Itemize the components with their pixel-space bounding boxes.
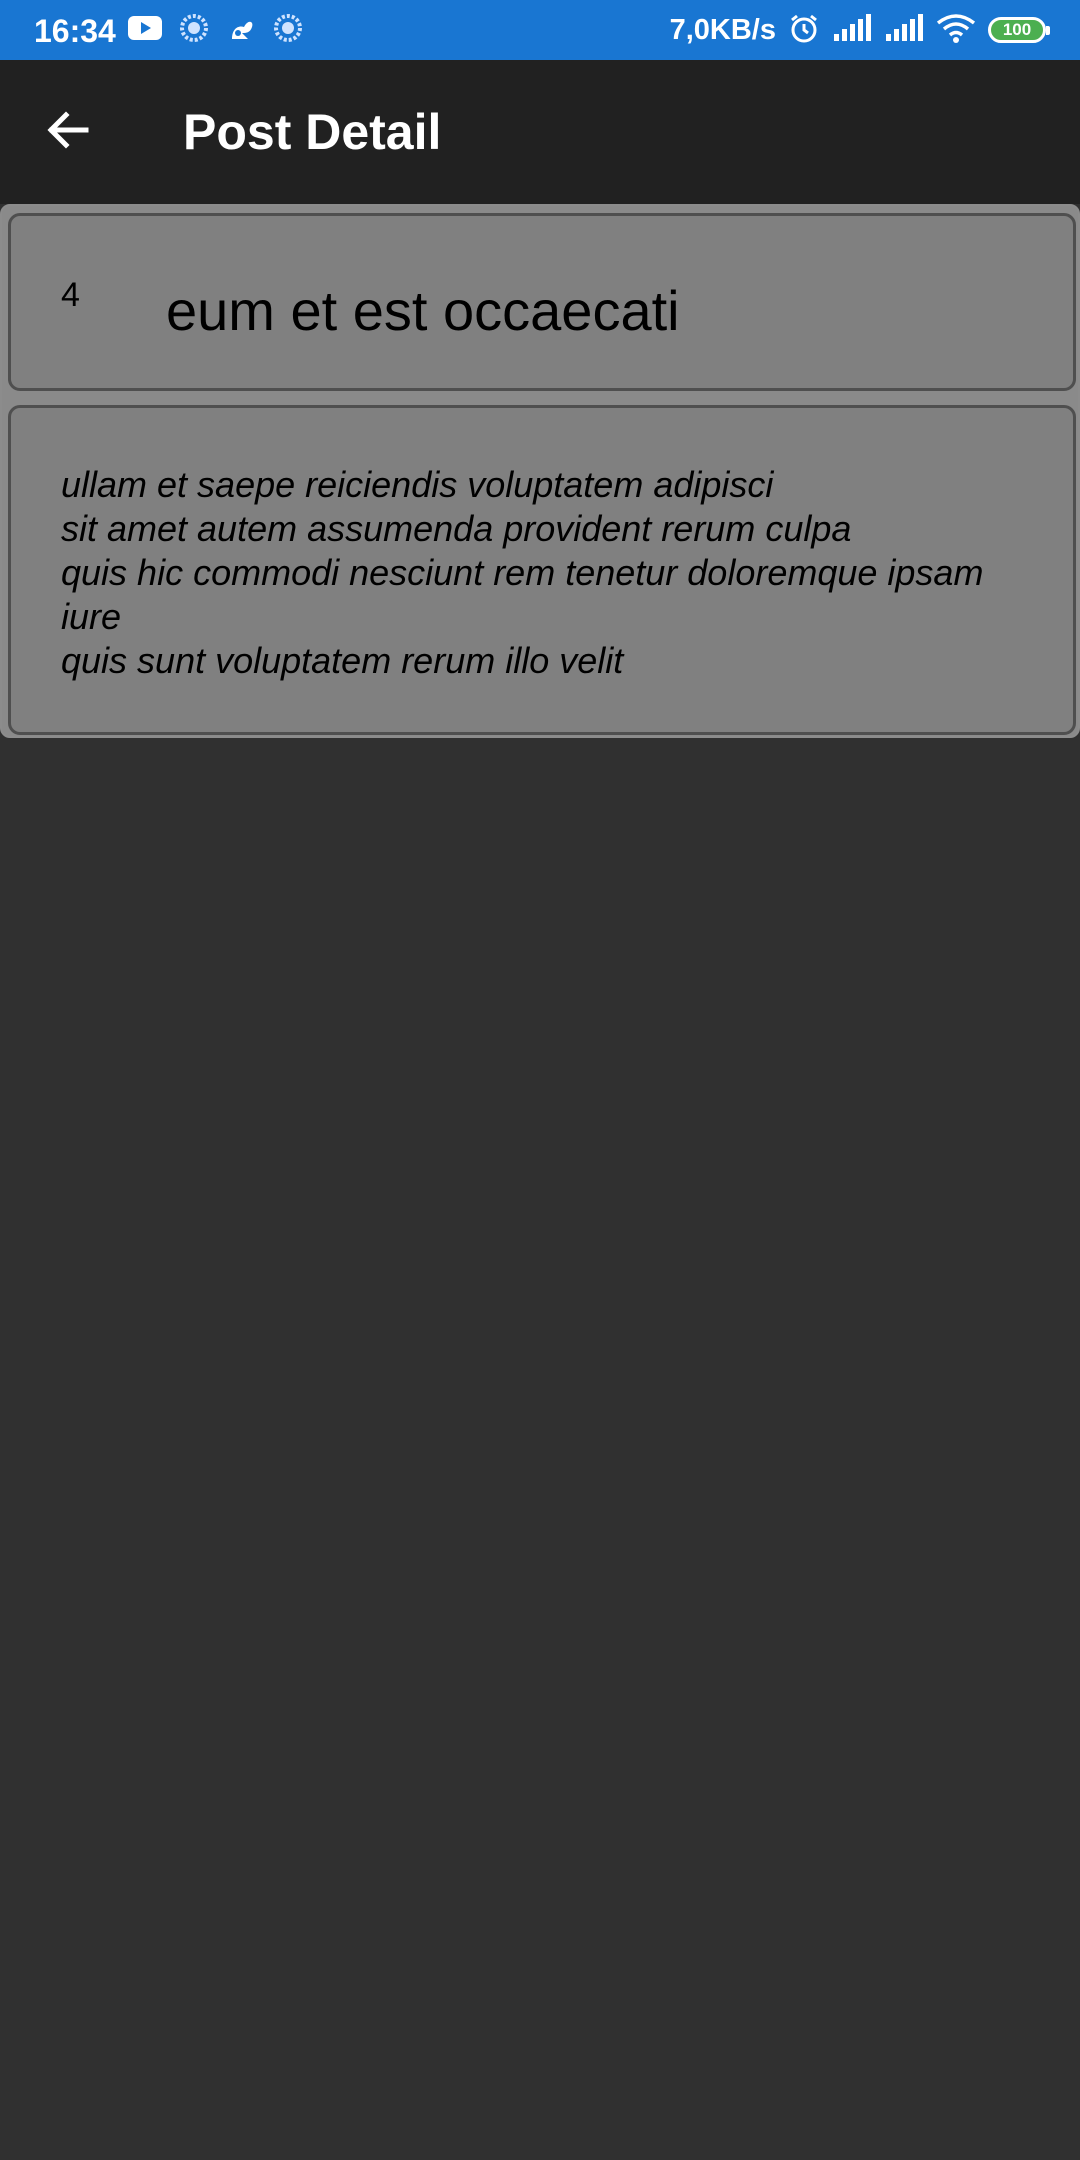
status-left-icons	[128, 0, 302, 60]
alarm-icon	[788, 12, 820, 49]
status-bar: 16:34 7,0KB/s 100	[0, 0, 1080, 60]
loading-icon	[274, 13, 302, 47]
signal-icon	[832, 13, 872, 47]
post-header-card: 4 eum et est occaecati	[8, 213, 1076, 391]
back-button[interactable]	[30, 94, 106, 170]
page-title: Post Detail	[183, 104, 442, 160]
loading-icon	[180, 13, 208, 47]
wifi-icon	[936, 13, 976, 48]
post-body-card: ullam et saepe reiciendis voluptatem adi…	[8, 405, 1076, 735]
post-id: 4	[61, 276, 80, 314]
battery-icon: 100	[988, 17, 1050, 43]
arrow-back-icon	[44, 106, 92, 159]
signal-icon	[884, 13, 924, 47]
status-right: 7,0KB/s 100	[669, 0, 1050, 60]
post-container: 4 eum et est occaecati ullam et saepe re…	[0, 204, 1080, 738]
post-body: ullam et saepe reiciendis voluptatem adi…	[61, 464, 984, 681]
youtube-icon	[128, 15, 162, 45]
network-speed: 7,0KB/s	[669, 13, 776, 46]
battery-level: 100	[1002, 20, 1032, 39]
status-time: 16:34	[34, 13, 116, 49]
app-bar: Post Detail	[0, 60, 1080, 204]
squirrel-icon	[226, 13, 256, 48]
post-title: eum et est occaecati	[166, 279, 680, 342]
